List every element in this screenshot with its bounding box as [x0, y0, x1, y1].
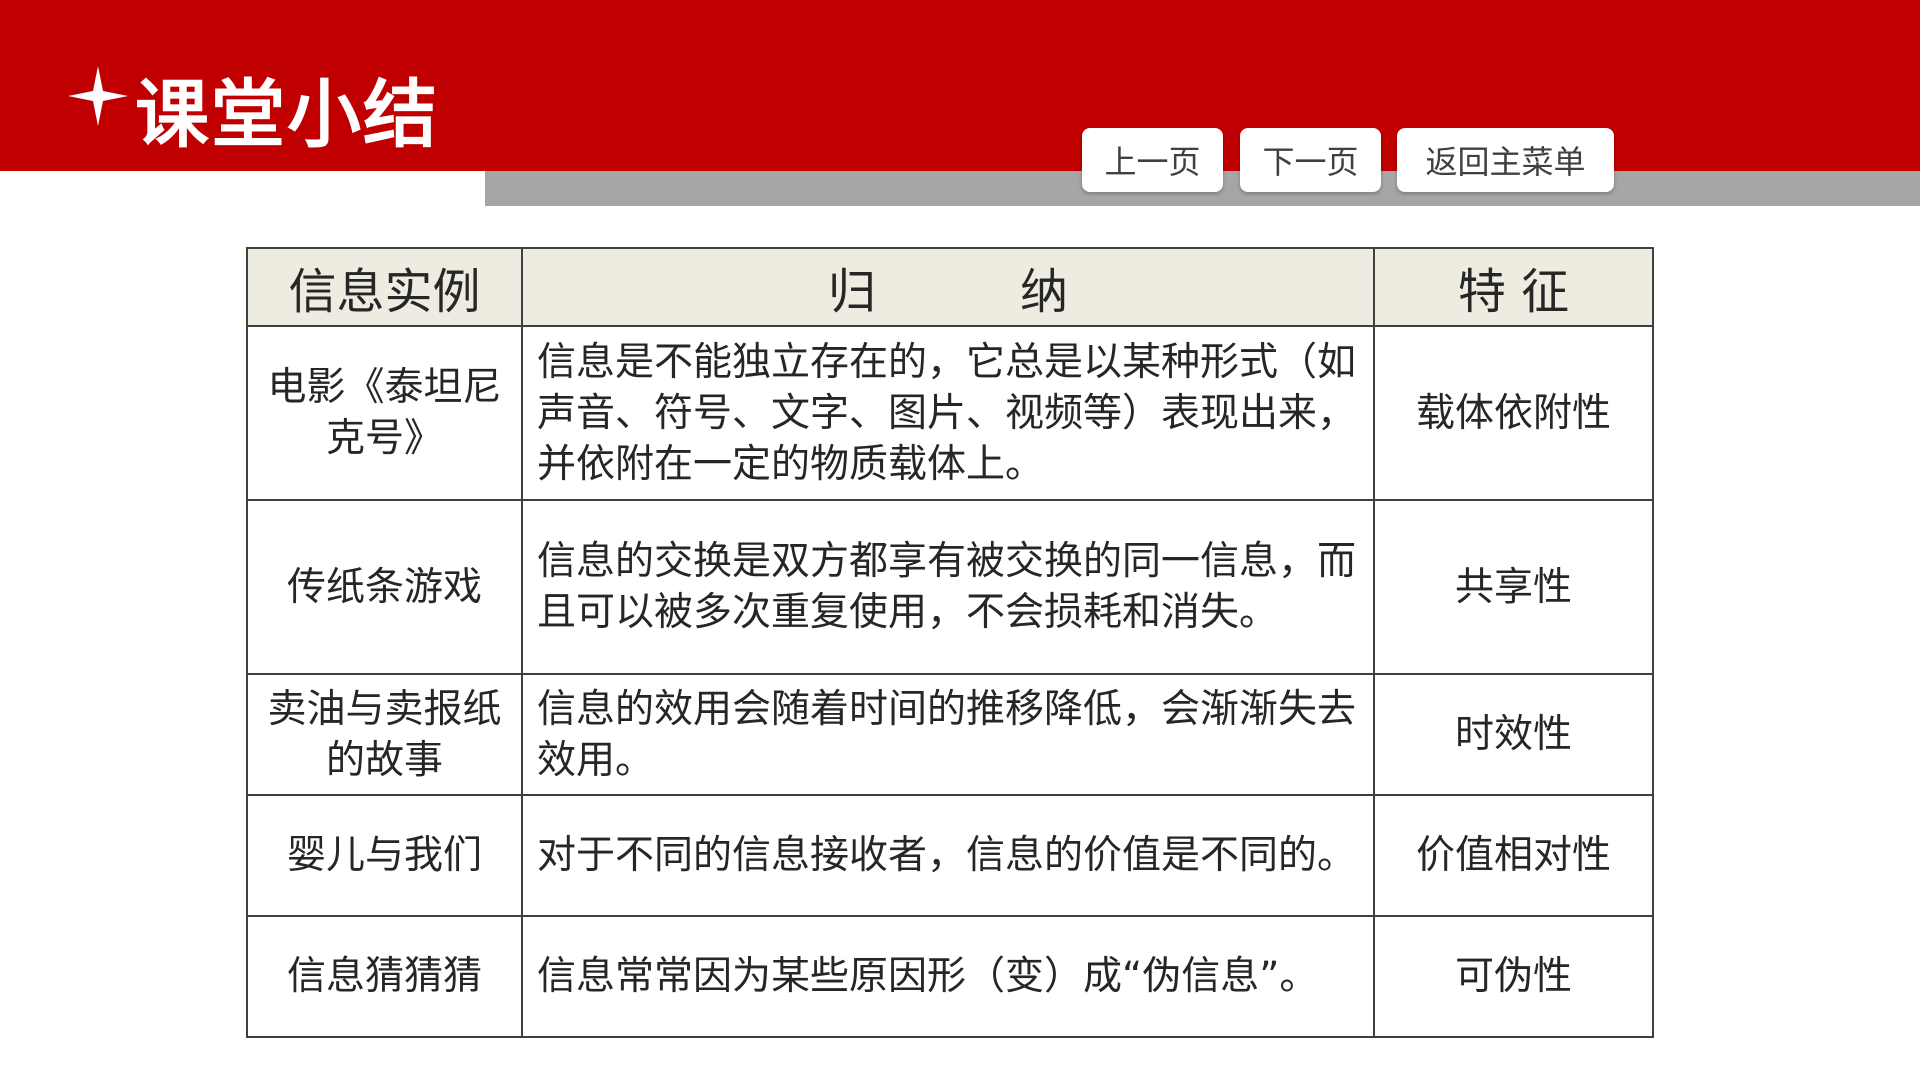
main-menu-button[interactable]: 返回主菜单 [1397, 128, 1614, 192]
table-row: 卖油与卖报纸的故事 信息的效用会随着时间的推移降低，会渐渐失去效用。 时效性 [246, 673, 1654, 796]
feature-cell: 可伪性 [1373, 915, 1654, 1038]
table-row: 信息猜猜猜 信息常常因为某些原因形（变）成“伪信息”。 可伪性 [246, 915, 1654, 1038]
prev-page-button[interactable]: 上一页 [1082, 128, 1223, 192]
summary-cell: 信息的交换是双方都享有被交换的同一信息，而且可以被多次重复使用，不会损耗和消失。 [521, 499, 1375, 675]
feature-cell: 时效性 [1373, 673, 1654, 796]
column-header-example: 信息实例 [246, 247, 523, 327]
page-title: 课堂小结 [135, 72, 439, 158]
table-row: 电影《泰坦尼克号》 信息是不能独立存在的，它总是以某种形式（如声音、符号、文字、… [246, 325, 1654, 501]
example-cell: 卖油与卖报纸的故事 [246, 673, 523, 796]
next-page-button[interactable]: 下一页 [1240, 128, 1381, 192]
summary-table: 信息实例 归 纳 特 征 电影《泰坦尼克号》 信息是不能独立存在的，它总是以某种… [246, 247, 1654, 1038]
feature-cell: 共享性 [1373, 499, 1654, 675]
example-cell: 电影《泰坦尼克号》 [246, 325, 523, 501]
feature-cell: 价值相对性 [1373, 794, 1654, 917]
example-cell: 传纸条游戏 [246, 499, 523, 675]
summary-cell: 对于不同的信息接收者，信息的价值是不同的。 [521, 794, 1375, 917]
example-cell: 信息猜猜猜 [246, 915, 523, 1038]
summary-cell: 信息的效用会随着时间的推移降低，会渐渐失去效用。 [521, 673, 1375, 796]
star-icon [68, 66, 128, 126]
summary-cell: 信息常常因为某些原因形（变）成“伪信息”。 [521, 915, 1375, 1038]
table-row: 婴儿与我们 对于不同的信息接收者，信息的价值是不同的。 价值相对性 [246, 794, 1654, 917]
table-header-row: 信息实例 归 纳 特 征 [246, 247, 1654, 327]
column-header-feature: 特 征 [1373, 247, 1654, 327]
table-row: 传纸条游戏 信息的交换是双方都享有被交换的同一信息，而且可以被多次重复使用，不会… [246, 499, 1654, 675]
summary-cell: 信息是不能独立存在的，它总是以某种形式（如声音、符号、文字、图片、视频等）表现出… [521, 325, 1375, 501]
example-cell: 婴儿与我们 [246, 794, 523, 917]
feature-cell: 载体依附性 [1373, 325, 1654, 501]
column-header-summary: 归 纳 [521, 247, 1375, 327]
slide: 课堂小结 上一页 下一页 返回主菜单 信息实例 归 纳 特 征 电影《泰坦尼克号… [0, 0, 1920, 1080]
